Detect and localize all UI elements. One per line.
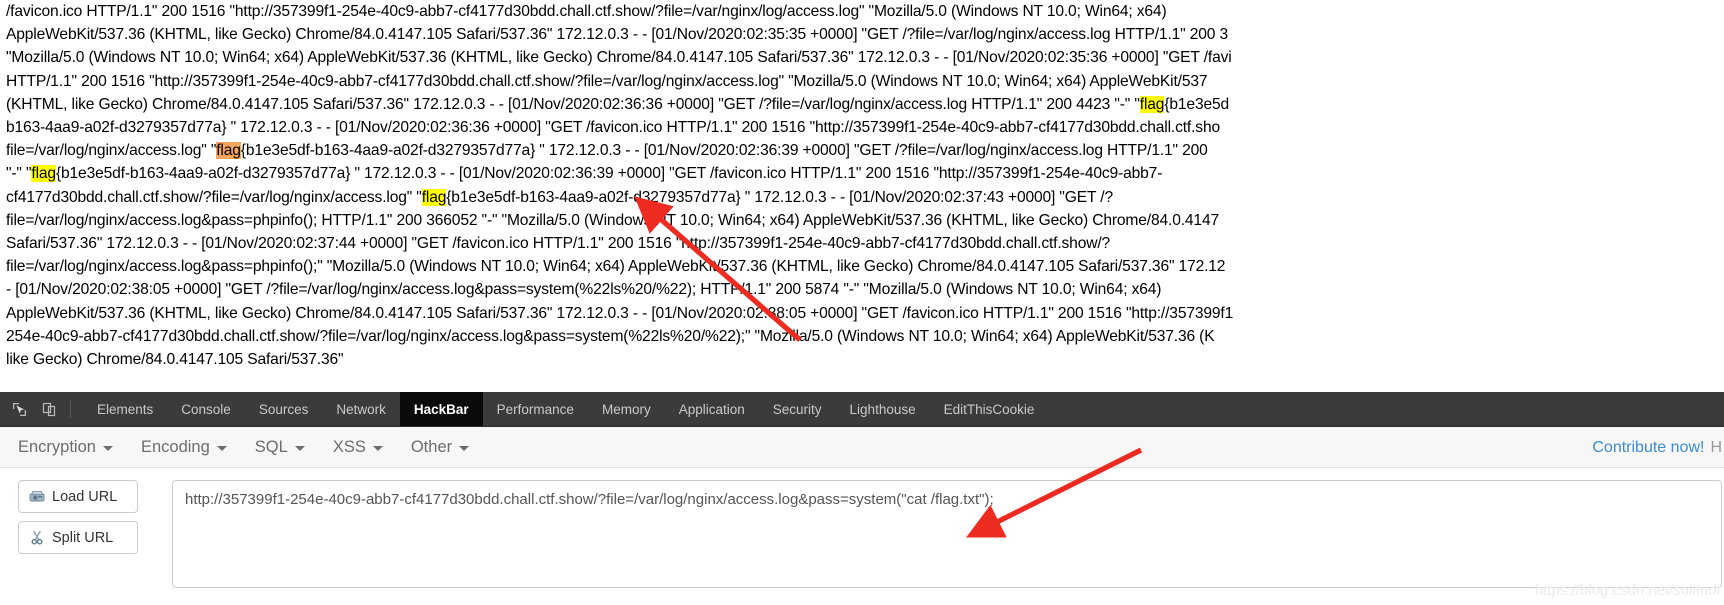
devtools-tab-sources[interactable]: Sources — [245, 392, 323, 426]
log-text: (KHTML, like Gecko) Chrome/84.0.4147.105… — [6, 95, 1140, 113]
csdn-watermark: https://blog.csdn.net/solitudi — [1534, 582, 1720, 599]
split-url-button[interactable]: Split URL — [18, 521, 138, 554]
log-text: file=/var/log/nginx/access.log&pass=phpi… — [6, 258, 1226, 276]
flag-highlight-yellow: flag — [31, 165, 56, 183]
hackbar-menu-label: XSS — [332, 437, 366, 456]
chevron-down-icon — [459, 446, 470, 451]
devtools-tabs: Elements Console Sources Network HackBar Perf… — [83, 392, 1048, 426]
hackbar-menu-label: Encoding — [140, 437, 210, 456]
hackbar-menu-encoding[interactable]: Encoding — [141, 438, 227, 457]
log-line: 254e-40c9-abb7-cf4177d30bdd.chall.ctf.sh… — [6, 325, 1720, 348]
devtools-tab-memory[interactable]: Memory — [588, 392, 665, 426]
log-line: AppleWebKit/537.36 (KHTML, like Gecko) C… — [6, 23, 1720, 46]
devtools-tab-editthiscookie[interactable]: EditThisCookie — [930, 392, 1049, 426]
chevron-down-icon — [294, 446, 305, 451]
log-text: AppleWebKit/537.36 (KHTML, like Gecko) C… — [6, 26, 1228, 44]
load-url-label: Load URL — [52, 488, 118, 505]
url-input[interactable] — [172, 480, 1722, 588]
log-line: (KHTML, like Gecko) Chrome/84.0.4147.105… — [6, 93, 1720, 116]
load-url-icon — [29, 490, 45, 504]
screenshot-root: /favicon.ico HTTP/1.1" 200 1516 "http://… — [0, 0, 1724, 605]
log-line: HTTP/1.1" 200 1516 "http://357399f1-254e… — [6, 70, 1720, 93]
log-text: {b1e3e5df-b163-4aa9-a02f-d3279357d77a} "… — [240, 142, 1208, 160]
log-line: - [01/Nov/2020:02:38:05 +0000] "GET /?fi… — [6, 278, 1720, 301]
log-line: file=/var/log/nginx/access.log&pass=phpi… — [6, 255, 1720, 278]
log-text: 254e-40c9-abb7-cf4177d30bdd.chall.ctf.sh… — [6, 327, 1215, 345]
hackbar-panel: Encryption Encoding SQL XSS Other Contribute… — [0, 427, 1724, 605]
contribute-label: Contribute now! — [1592, 438, 1705, 456]
devtools-tab-hackbar[interactable]: HackBar — [399, 392, 483, 426]
log-text: like Gecko) Chrome/84.0.4147.105 Safari/… — [6, 351, 344, 369]
log-line: cf4177d30bdd.chall.ctf.show/?file=/var/l… — [6, 186, 1720, 209]
hackbar-menu-xss[interactable]: XSS — [333, 438, 383, 457]
log-line: file=/var/log/nginx/access.log&pass=phpi… — [6, 209, 1720, 232]
log-text: {b1e3e5d — [1164, 95, 1230, 113]
devtools-tab-security[interactable]: Security — [759, 392, 836, 426]
split-url-scissors-icon — [29, 530, 45, 545]
hackbar-menu-label: Other — [410, 437, 453, 456]
chevron-down-icon — [216, 446, 227, 451]
chevron-down-icon — [102, 446, 113, 451]
inspect-element-icon[interactable] — [8, 398, 30, 420]
hackbar-menu-encryption[interactable]: Encryption — [18, 438, 113, 457]
log-line: b163-4aa9-a02f-d3279357d77a} " 172.12.0.… — [6, 116, 1720, 139]
devtools-tab-elements[interactable]: Elements — [83, 392, 167, 426]
log-text: {b1e3e5df-b163-4aa9-a02f-d3279357d77a} "… — [446, 188, 1114, 206]
chevron-down-icon — [372, 446, 383, 451]
device-toolbar-icon[interactable] — [38, 398, 60, 420]
log-line: file=/var/log/nginx/access.log" "flag{b1… — [6, 139, 1720, 162]
contribute-tail-text: H — [1710, 438, 1722, 456]
devtools-tab-console[interactable]: Console — [167, 392, 245, 426]
flag-highlight-yellow: flag — [421, 188, 447, 206]
flag-highlight-orange: flag — [216, 142, 241, 160]
devtools-tab-bar: Elements Console Sources Network HackBar Perf… — [0, 392, 1724, 427]
log-line: AppleWebKit/537.36 (KHTML, like Gecko) C… — [6, 302, 1720, 325]
log-line: "-" "flag{b1e3e5df-b163-4aa9-a02f-d32793… — [6, 162, 1720, 185]
hackbar-body: Load URL Split URL — [0, 468, 1724, 593]
log-text: {b1e3e5df-b163-4aa9-a02f-d3279357d77a} "… — [55, 165, 1163, 183]
devtools-icon-group — [0, 392, 83, 426]
nginx-access-log-output: /favicon.ico HTTP/1.1" 200 1516 "http://… — [0, 0, 1724, 392]
log-line: like Gecko) Chrome/84.0.4147.105 Safari/… — [6, 348, 1720, 371]
hackbar-menubar: Encryption Encoding SQL XSS Other Contribute… — [0, 427, 1724, 468]
load-url-button[interactable]: Load URL — [18, 480, 138, 513]
devtools-tab-lighthouse[interactable]: Lighthouse — [836, 392, 930, 426]
log-text: b163-4aa9-a02f-d3279357d77a} " 172.12.0.… — [6, 119, 1220, 137]
url-field-wrapper — [172, 480, 1722, 593]
log-text: "Mozilla/5.0 (Windows NT 10.0; Win64; x6… — [6, 49, 1232, 67]
contribute-link[interactable]: Contribute now! H — [1592, 427, 1724, 468]
devtools-tab-network[interactable]: Network — [322, 392, 400, 426]
log-text: cf4177d30bdd.chall.ctf.show/?file=/var/l… — [6, 188, 422, 206]
hackbar-menu-sql[interactable]: SQL — [255, 438, 305, 457]
devtools-tab-performance[interactable]: Performance — [483, 392, 588, 426]
log-text: /favicon.ico HTTP/1.1" 200 1516 "http://… — [6, 3, 1167, 20]
log-text: HTTP/1.1" 200 1516 "http://357399f1-254e… — [6, 72, 1208, 90]
hackbar-menu-label: SQL — [254, 437, 288, 456]
log-line: /favicon.ico HTTP/1.1" 200 1516 "http://… — [6, 0, 1720, 23]
log-line: "Mozilla/5.0 (Windows NT 10.0; Win64; x6… — [6, 46, 1720, 69]
log-text: AppleWebKit/537.36 (KHTML, like Gecko) C… — [6, 304, 1234, 322]
log-text: "-" " — [6, 165, 32, 183]
flag-highlight-yellow: flag — [1139, 95, 1165, 113]
hackbar-menu-label: Encryption — [18, 437, 96, 456]
log-text: Safari/537.36" 172.12.0.3 - - [01/Nov/20… — [6, 235, 1111, 253]
toolbar-divider — [70, 400, 71, 418]
log-text: file=/var/log/nginx/access.log&pass=phpi… — [6, 211, 1219, 229]
log-text: - [01/Nov/2020:02:38:05 +0000] "GET /?fi… — [6, 281, 1162, 299]
log-text: file=/var/log/nginx/access.log" " — [6, 142, 217, 160]
devtools-tab-application[interactable]: Application — [665, 392, 759, 426]
split-url-label: Split URL — [52, 529, 114, 546]
hackbar-action-buttons: Load URL Split URL — [18, 480, 138, 593]
hackbar-menu-other[interactable]: Other — [410, 437, 470, 457]
log-line: Safari/537.36" 172.12.0.3 - - [01/Nov/20… — [6, 232, 1720, 255]
